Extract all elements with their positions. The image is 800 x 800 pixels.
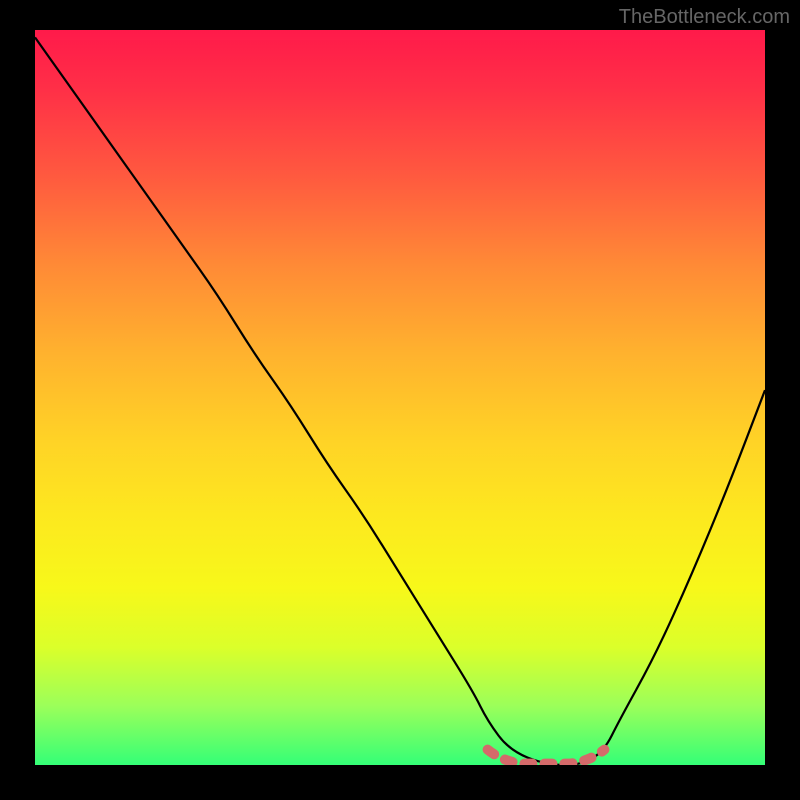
bottleneck-curve bbox=[35, 37, 765, 765]
watermark-text: TheBottleneck.com bbox=[619, 6, 790, 29]
optimal-range-marker bbox=[488, 750, 605, 764]
chart-svg bbox=[35, 30, 765, 765]
chart-plot-area bbox=[35, 30, 765, 765]
